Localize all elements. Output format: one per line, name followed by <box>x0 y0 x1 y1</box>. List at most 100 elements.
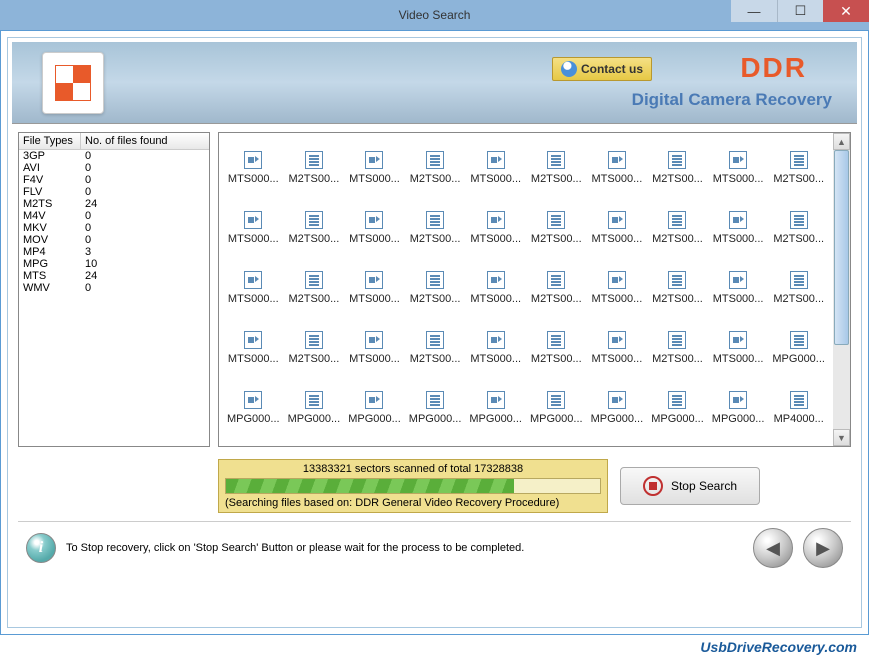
person-icon <box>561 61 577 77</box>
file-item[interactable]: MP4000... <box>770 391 827 425</box>
file-icon <box>729 331 747 349</box>
file-icon <box>426 151 444 169</box>
maximize-button[interactable]: ☐ <box>777 0 823 22</box>
file-item[interactable]: M2TS00... <box>528 211 585 245</box>
file-label: M2TS00... <box>410 233 461 245</box>
file-item[interactable]: M2TS00... <box>649 151 706 185</box>
file-item[interactable]: MTS000... <box>467 211 524 245</box>
file-item[interactable]: MPG000... <box>467 391 524 425</box>
file-item[interactable]: MTS000... <box>346 331 403 365</box>
close-button[interactable]: ✕ <box>823 0 869 22</box>
scroll-up-button[interactable]: ▲ <box>833 133 850 150</box>
file-item[interactable]: M2TS00... <box>286 211 343 245</box>
file-item[interactable]: MPG000... <box>589 391 646 425</box>
file-item[interactable]: MTS000... <box>710 211 767 245</box>
file-item[interactable]: MTS000... <box>467 331 524 365</box>
file-item[interactable]: MTS000... <box>225 211 282 245</box>
file-item[interactable]: MPG000... <box>770 331 827 365</box>
file-item[interactable]: M2TS00... <box>770 271 827 305</box>
file-item[interactable]: MTS000... <box>467 271 524 305</box>
file-item[interactable]: MTS000... <box>710 151 767 185</box>
file-item[interactable]: M2TS00... <box>407 271 464 305</box>
file-item[interactable]: MTS000... <box>225 151 282 185</box>
file-item[interactable]: M2TS00... <box>286 331 343 365</box>
file-label: MPG000... <box>288 413 341 425</box>
file-item[interactable]: M2TS00... <box>528 331 585 365</box>
file-item[interactable]: MPG000... <box>528 391 585 425</box>
file-type-row[interactable]: MPG10 <box>19 258 209 270</box>
file-item[interactable]: M2TS00... <box>407 151 464 185</box>
file-item[interactable]: MPG000... <box>225 391 282 425</box>
file-item[interactable]: MTS000... <box>225 331 282 365</box>
file-item[interactable]: M2TS00... <box>770 151 827 185</box>
scrollbar[interactable]: ▲ ▼ <box>833 133 850 446</box>
file-type-name: AVI <box>19 162 81 174</box>
file-icon <box>487 391 505 409</box>
scroll-thumb[interactable] <box>834 150 849 345</box>
file-type-row[interactable]: MTS24 <box>19 270 209 282</box>
file-type-row[interactable]: AVI0 <box>19 162 209 174</box>
back-button[interactable]: ◀ <box>753 528 793 568</box>
file-type-row[interactable]: FLV0 <box>19 186 209 198</box>
file-type-row[interactable]: MOV0 <box>19 234 209 246</box>
file-item[interactable]: MTS000... <box>710 271 767 305</box>
file-item[interactable]: M2TS00... <box>286 271 343 305</box>
file-label: M2TS00... <box>289 233 340 245</box>
file-type-row[interactable]: MP43 <box>19 246 209 258</box>
file-item[interactable]: MTS000... <box>589 331 646 365</box>
file-type-row[interactable]: F4V0 <box>19 174 209 186</box>
col-file-types[interactable]: File Types <box>19 133 81 149</box>
file-label: MPG000... <box>348 413 401 425</box>
file-type-row[interactable]: M2TS24 <box>19 198 209 210</box>
file-icon <box>365 331 383 349</box>
col-files-found[interactable]: No. of files found <box>81 133 209 149</box>
file-item[interactable]: M2TS00... <box>649 331 706 365</box>
file-item[interactable]: MTS000... <box>589 211 646 245</box>
file-item[interactable]: MPG000... <box>649 391 706 425</box>
file-item[interactable]: M2TS00... <box>407 211 464 245</box>
file-icon <box>487 271 505 289</box>
file-item[interactable]: MTS000... <box>467 151 524 185</box>
file-type-name: MTS <box>19 270 81 282</box>
file-label: MTS000... <box>228 293 279 305</box>
file-type-row[interactable]: WMV0 <box>19 282 209 294</box>
next-button[interactable]: ▶ <box>803 528 843 568</box>
file-item[interactable]: M2TS00... <box>528 271 585 305</box>
file-item[interactable]: M2TS00... <box>286 151 343 185</box>
contact-us-button[interactable]: Contact us <box>552 57 652 81</box>
file-item[interactable]: MPG000... <box>407 391 464 425</box>
file-item[interactable]: MTS000... <box>346 151 403 185</box>
file-label: MPG000... <box>651 413 704 425</box>
file-type-row[interactable]: 3GP0 <box>19 150 209 162</box>
file-type-row[interactable]: M4V0 <box>19 210 209 222</box>
file-item[interactable]: MTS000... <box>346 271 403 305</box>
file-item[interactable]: M2TS00... <box>649 271 706 305</box>
file-item[interactable]: M2TS00... <box>649 211 706 245</box>
file-type-row[interactable]: MKV0 <box>19 222 209 234</box>
file-item[interactable]: MTS000... <box>225 271 282 305</box>
file-label: M2TS00... <box>531 173 582 185</box>
minimize-button[interactable]: — <box>731 0 777 22</box>
file-item[interactable]: MTS000... <box>589 271 646 305</box>
file-label: MTS000... <box>228 233 279 245</box>
file-item[interactable]: MTS000... <box>710 331 767 365</box>
file-item[interactable]: M2TS00... <box>770 211 827 245</box>
file-label: M2TS00... <box>410 353 461 365</box>
file-icon <box>608 391 626 409</box>
file-label: MTS000... <box>470 353 521 365</box>
file-item[interactable]: MTS000... <box>346 211 403 245</box>
file-label: MPG000... <box>227 413 280 425</box>
file-label: MPG000... <box>469 413 522 425</box>
file-item[interactable]: MPG000... <box>346 391 403 425</box>
file-icon <box>365 211 383 229</box>
file-item[interactable]: MTS000... <box>589 151 646 185</box>
stop-search-button[interactable]: Stop Search <box>620 467 760 505</box>
file-item[interactable]: MPG000... <box>286 391 343 425</box>
file-item[interactable]: M2TS00... <box>528 151 585 185</box>
file-label: MTS000... <box>592 173 643 185</box>
scroll-down-button[interactable]: ▼ <box>833 429 850 446</box>
scroll-track[interactable] <box>833 150 850 429</box>
file-item[interactable]: MPG000... <box>710 391 767 425</box>
file-label: M2TS00... <box>773 233 824 245</box>
file-item[interactable]: M2TS00... <box>407 331 464 365</box>
